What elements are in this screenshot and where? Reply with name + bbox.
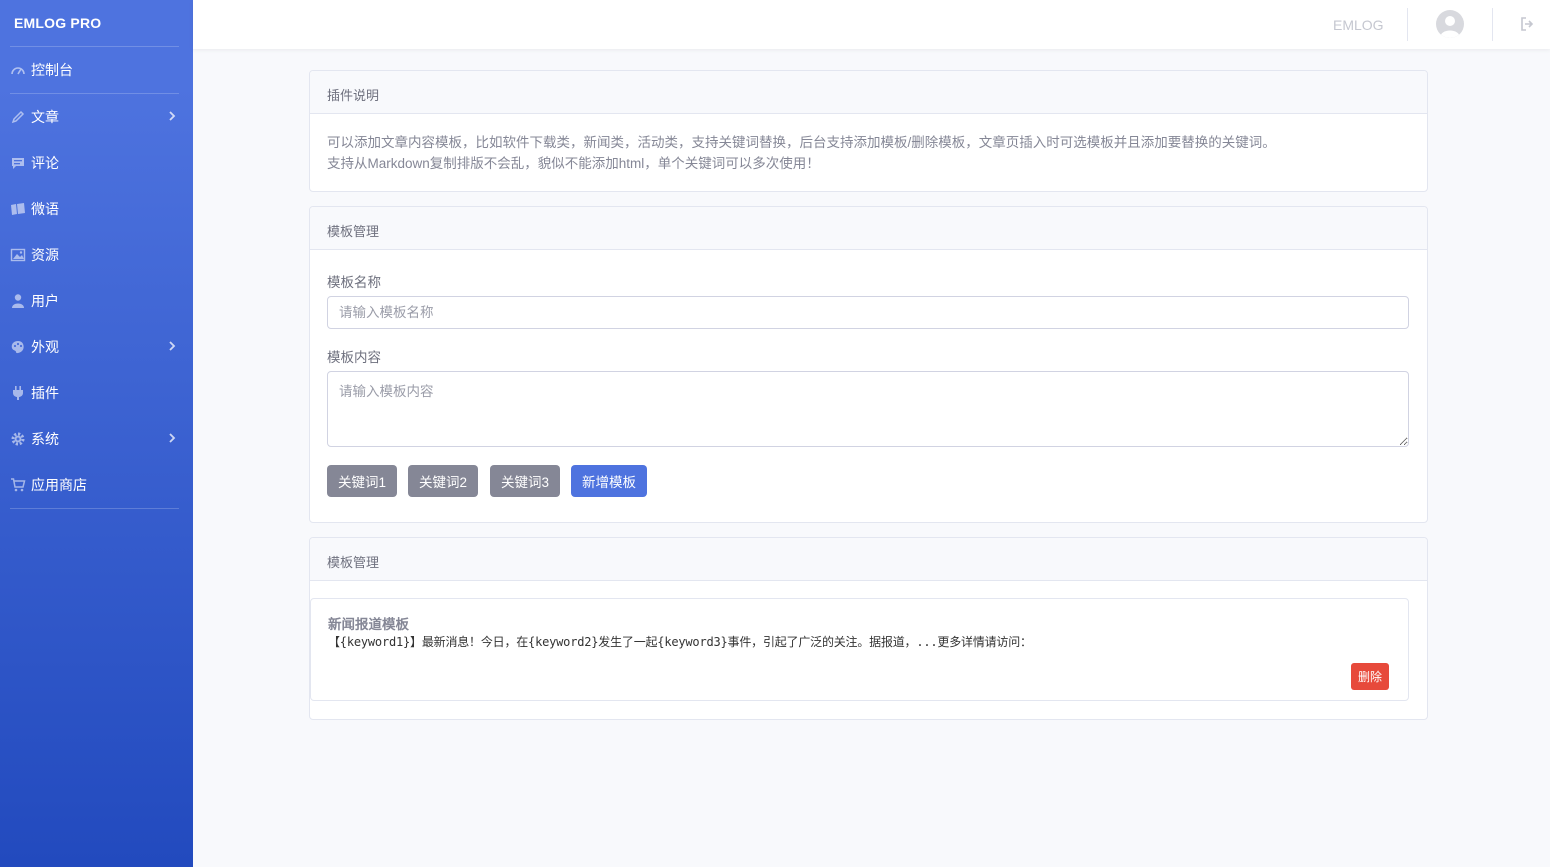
logout-icon[interactable] [1520,16,1534,32]
template-content-label: 模板内容 [327,350,381,365]
description-line: 支持从Markdown复制排版不会乱，貌似不能添加html，单个关键词可以多次使… [327,156,820,171]
template-name-input[interactable] [327,296,1409,329]
template-item: 新闻报道模板 【{keyword1}】最新消息！今日，在{keyword2}发生… [310,598,1409,701]
sidebar-item-resources[interactable]: 资源 [0,232,193,278]
sidebar-divider [10,508,179,509]
avatar[interactable] [1436,10,1464,38]
keyword3-button[interactable]: 关键词3 [490,465,561,497]
chevron-right-icon [169,433,176,443]
comment-icon [10,155,26,171]
add-template-button[interactable]: 新增模板 [571,465,647,497]
sidebar: EMLOG PRO 控制台 文章 评论 微语 资源 用户 外观 插件 系统 应用… [0,0,193,867]
sidebar-item-users[interactable]: 用户 [0,278,193,324]
sidebar-item-label: 微语 [31,201,59,217]
site-name-link[interactable]: EMLOG [1333,17,1384,33]
brand-logo[interactable]: EMLOG PRO [0,0,193,46]
sidebar-item-plugins[interactable]: 插件 [0,370,193,416]
sidebar-item-appearance[interactable]: 外观 [0,324,193,370]
sidebar-item-label: 控制台 [31,62,73,78]
cart-icon [10,477,26,493]
sidebar-item-label: 外观 [31,339,59,355]
sidebar-item-app-store[interactable]: 应用商店 [0,462,193,508]
plugin-info-card: 插件说明 可以添加文章内容模板，比如软件下载类，新闻类，活动类，支持关键词替换，… [309,70,1428,192]
topbar-divider [1407,8,1408,41]
sidebar-item-comments[interactable]: 评论 [0,140,193,186]
sidebar-item-label: 评论 [31,155,59,171]
sidebar-item-articles[interactable]: 文章 [0,94,193,140]
description-line: 可以添加文章内容模板，比如软件下载类，新闻类，活动类，支持关键词替换，后台支持添… [327,135,1276,150]
keyword1-button[interactable]: 关键词1 [327,465,398,497]
template-form-card: 模板管理 模板名称 模板内容 关键词1 关键词2 关键词3 新增模板 [309,206,1428,523]
card-header: 模板管理 [310,207,1427,250]
template-item-title: 新闻报道模板 [328,617,409,632]
palette-icon [10,339,26,355]
user-icon [10,293,26,309]
note-icon [10,201,26,217]
sidebar-item-label: 系统 [31,431,59,447]
delete-template-button[interactable]: 删除 [1351,663,1390,690]
chevron-right-icon [169,341,176,351]
button-row: 关键词1 关键词2 关键词3 新增模板 [327,465,1410,497]
pencil-icon [10,109,26,125]
sidebar-item-label: 应用商店 [31,477,87,493]
dashboard-icon [10,62,26,78]
sidebar-item-notes[interactable]: 微语 [0,186,193,232]
template-content-textarea[interactable] [327,371,1409,447]
sidebar-item-label: 用户 [31,293,59,309]
card-header: 模板管理 [310,538,1427,581]
sidebar-item-label: 文章 [31,109,59,125]
topbar: EMLOG [193,0,1550,49]
sidebar-item-label: 插件 [31,385,59,401]
gear-icon [10,431,26,447]
template-name-label: 模板名称 [327,275,381,290]
template-item-content: 【{keyword1}】最新消息！今日，在{keyword2}发生了一起{key… [328,635,1032,649]
sidebar-item-dashboard[interactable]: 控制台 [0,47,193,93]
keyword2-button[interactable]: 关键词2 [408,465,479,497]
template-list-card: 模板管理 新闻报道模板 【{keyword1}】最新消息！今日，在{keywor… [309,537,1428,720]
sidebar-item-system[interactable]: 系统 [0,416,193,462]
chevron-right-icon [169,111,176,121]
plug-icon [10,385,26,401]
image-icon [10,247,26,263]
sidebar-item-label: 资源 [31,247,59,263]
plugin-description: 可以添加文章内容模板，比如软件下载类，新闻类，活动类，支持关键词替换，后台支持添… [327,114,1410,174]
card-header: 插件说明 [310,71,1427,114]
topbar-divider [1492,8,1493,41]
